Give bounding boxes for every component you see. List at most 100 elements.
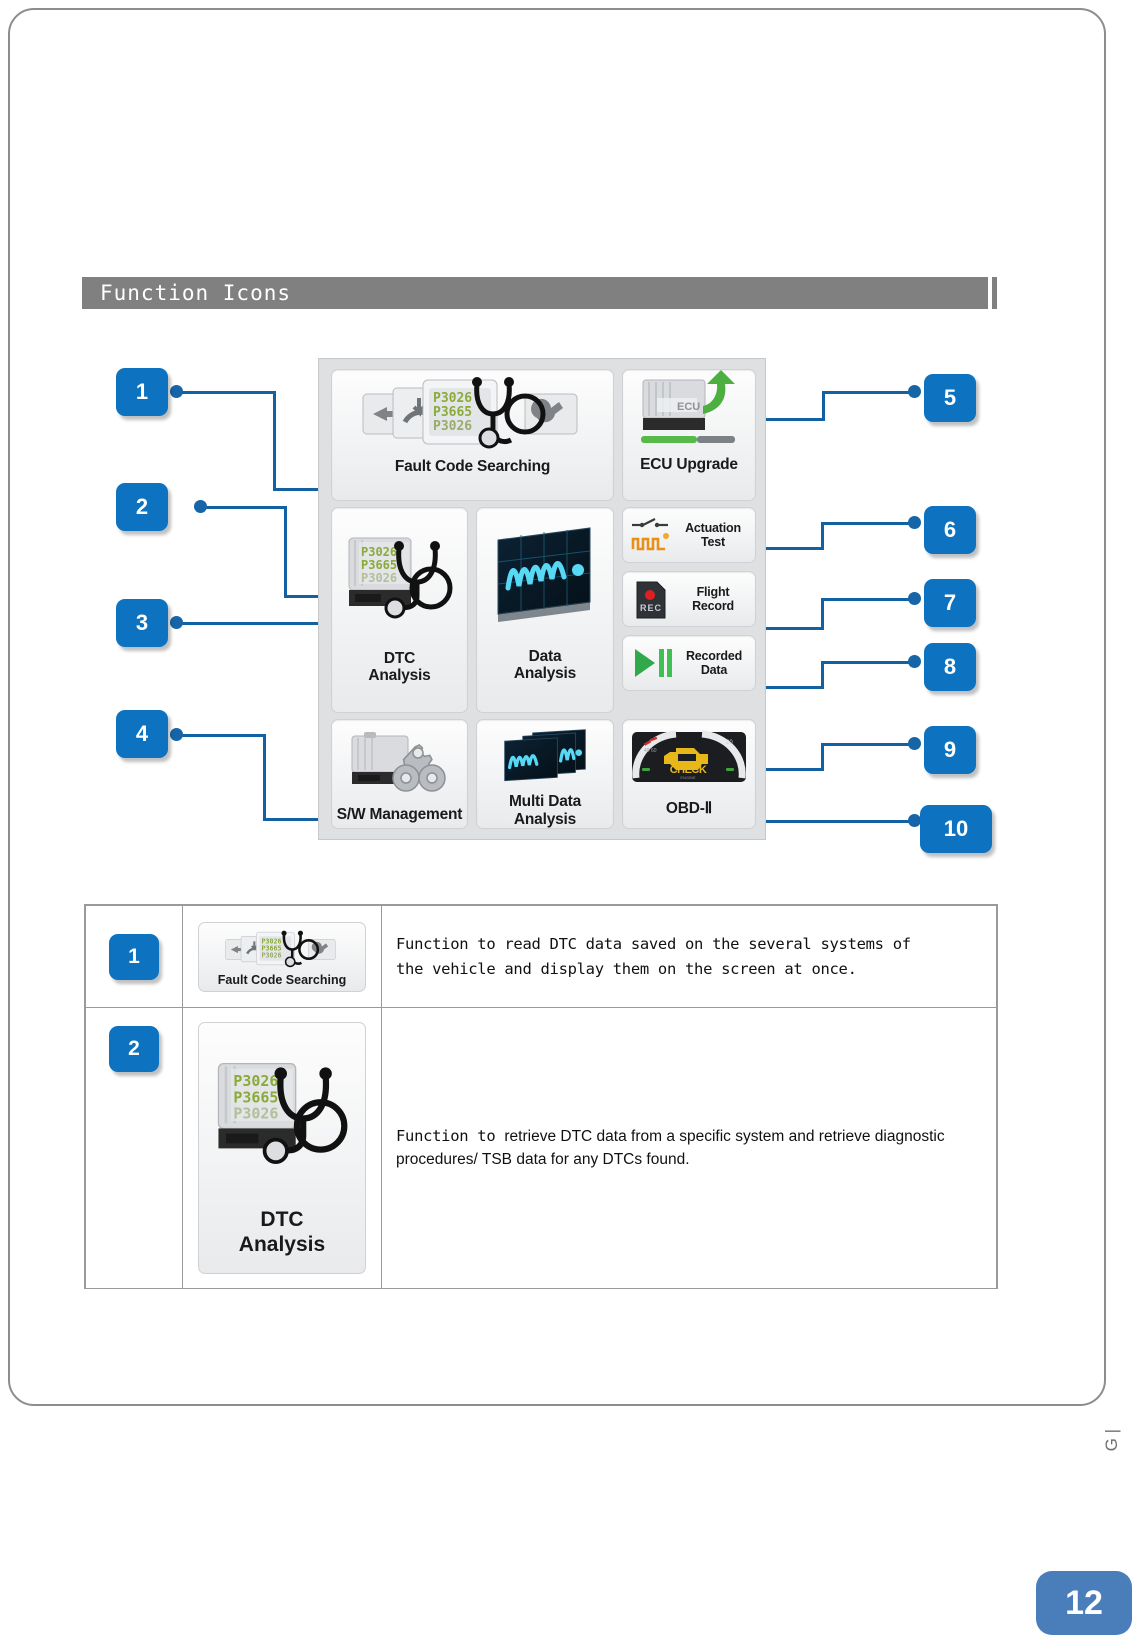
tile-data-analysis[interactable]: Data Analysis: [476, 507, 614, 713]
leader-line-6-v: [821, 522, 824, 550]
row-2-text-cell: Function to retrieve DTC data from a spe…: [381, 1007, 997, 1289]
row-1-mini-tile: P3026 P3665 P3026 Fault Code Searching: [198, 921, 366, 992]
play-pause-icon: [635, 649, 672, 677]
callout-badge-3[interactable]: 3: [116, 599, 168, 647]
title-bar-end: [992, 277, 997, 309]
leader-line-8-v: [821, 661, 824, 689]
tile-ecu-upgrade[interactable]: ECU ECU Upgrade: [622, 369, 756, 501]
tile-label-act-1: Actuation: [685, 521, 741, 535]
callout-badge-8[interactable]: 8: [924, 643, 976, 691]
callout-badge-6[interactable]: 6: [924, 506, 976, 554]
callout-badge-9-label: 9: [943, 737, 957, 762]
tile-label-obd: OBD-Ⅱ: [665, 800, 713, 817]
row-1-text-cell: Function to read DTC data saved on the s…: [381, 905, 997, 1008]
leader-line-5-v: [822, 391, 825, 421]
callout-badge-5[interactable]: 5: [924, 374, 976, 422]
tile-actuation-test[interactable]: Actuation Test: [622, 507, 756, 563]
ecu-stethoscope-icon: P3026 P3665 P3026: [348, 537, 452, 619]
tile-label-multi: Multi Data Analysis: [508, 793, 582, 828]
leader-dot-6: [908, 516, 921, 529]
cluster-check-engine-icon: 40 60 20 CHECK ENGINE: [632, 730, 746, 782]
svg-text:P3026: P3026: [433, 391, 472, 406]
callout-badge-1-label: 1: [135, 379, 149, 404]
svg-text:P3665: P3665: [361, 558, 397, 572]
row-1-icon-label: Fault Code Searching: [217, 972, 347, 987]
svg-text:P3665: P3665: [433, 405, 472, 420]
leader-line-9-b: [821, 743, 914, 746]
switch-pulse-icon: [631, 518, 669, 551]
leader-dot-9: [908, 737, 921, 750]
leader-line-6-b: [821, 522, 914, 525]
svg-text:20: 20: [726, 740, 733, 746]
row-1-icon-cell: P3026 P3665 P3026 Fault Code Searching: [182, 905, 382, 1008]
ecu-stack-stethoscope-icon: P3026 P3665 P3026: [362, 377, 577, 449]
tile-label-dtc-1: DTC: [383, 650, 416, 667]
tile-label-ecu: ECU Upgrade: [640, 456, 738, 473]
svg-text:P3026: P3026: [361, 545, 397, 559]
callout-badge-6-label: 6: [943, 517, 957, 542]
tile-label-act-2: Test: [701, 535, 725, 549]
tile-label-act: Actuation Test: [671, 521, 755, 549]
ecu-gears-icon: [351, 732, 446, 792]
svg-text:ECU: ECU: [677, 401, 700, 413]
callout-badge-7-label: 7: [943, 590, 957, 615]
leader-line-9-v: [821, 743, 824, 771]
leader-dot-4: [170, 728, 183, 741]
tile-label-flight-2: Record: [692, 599, 734, 613]
tile-sw-management[interactable]: S/W Management: [331, 719, 468, 829]
tile-multi-data-analysis[interactable]: Multi Data Analysis: [476, 719, 614, 829]
callout-badge-2[interactable]: 2: [116, 483, 168, 531]
row-2-icon-label-1: DTC: [260, 1208, 304, 1231]
page-number-label: 12: [1065, 1583, 1103, 1622]
leader-dot-7: [908, 592, 921, 605]
callout-badge-4[interactable]: 4: [116, 710, 168, 758]
leader-line-2-v: [284, 506, 287, 598]
svg-text:P3026: P3026: [262, 951, 282, 959]
tile-recorded-data[interactable]: Recorded Data: [622, 635, 756, 691]
callout-badge-9[interactable]: 9: [924, 726, 976, 774]
row-2-text-prefix: Function to: [396, 1127, 505, 1146]
tile-dtc-analysis[interactable]: P3026 P3665 P3026 DTC Analysis: [331, 507, 468, 713]
leader-line-5-b: [822, 391, 914, 394]
svg-text:P3026: P3026: [233, 1104, 278, 1122]
ecu-stethoscope-icon: P3026 P3665 P3026: [217, 1063, 348, 1164]
leader-line-4-v: [263, 734, 266, 821]
tile-label-flight: Flight Record: [671, 585, 755, 613]
leader-dot-3: [170, 616, 183, 629]
svg-text:ENGINE: ENGINE: [680, 775, 696, 780]
leader-line-7-b: [821, 598, 914, 601]
callout-badge-7[interactable]: 7: [924, 579, 976, 627]
tile-label-rec-1: Recorded: [685, 649, 743, 663]
tile-fault-code-searching[interactable]: P3026 P3665 P3026 Fault Code Searching: [331, 369, 614, 501]
row-1-text-line-1: Function to read DTC data saved on the s…: [396, 934, 911, 953]
leader-line-4: [176, 734, 266, 737]
leader-dot-5: [908, 385, 921, 398]
tile-flight-record[interactable]: REC Flight Record: [622, 571, 756, 627]
leader-dot-2: [194, 500, 207, 513]
row-2-badge: 2: [109, 1026, 159, 1072]
tile-label-dtc-2: Analysis: [368, 667, 431, 685]
callout-badge-10[interactable]: 10: [920, 805, 992, 853]
tile-label-rec-2: Data: [700, 663, 728, 677]
row-2-icon-label-2: Analysis: [238, 1232, 326, 1256]
tile-obd-ii[interactable]: 40 60 20 CHECK ENGINE OBD-Ⅱ: [622, 719, 756, 829]
function-description-table: 1 P3026 P3665 P3026 Fault Code Searching…: [84, 904, 998, 1289]
table-row: 2 P3026 P3665 P3026 DTC Analysis Functio…: [85, 1007, 997, 1289]
ecu-green-arrow-icon: ECU: [641, 370, 735, 443]
svg-text:P3026: P3026: [433, 419, 472, 434]
callout-badge-2-label: 2: [135, 494, 149, 519]
callout-badge-1[interactable]: 1: [116, 368, 168, 416]
section-title-bar: Function Icons: [82, 277, 997, 309]
leader-dot-1: [170, 385, 183, 398]
tile-label-flight-1: Flight: [696, 585, 730, 599]
row-1-text-line-2: the vehicle and display them on the scre…: [396, 959, 857, 978]
row-2-badge-label: 2: [128, 1037, 140, 1060]
side-margin-mark: G |: [1102, 1428, 1121, 1451]
leader-line-1-v: [273, 391, 276, 490]
leader-line-7-v: [821, 598, 824, 630]
callout-badge-8-label: 8: [943, 654, 957, 679]
page-title: Function Icons: [100, 281, 292, 305]
table-row: 1 P3026 P3665 P3026 Fault Code Searching…: [85, 905, 997, 1008]
sd-card-rec-icon: REC: [636, 581, 666, 619]
svg-text:REC: REC: [640, 603, 662, 613]
